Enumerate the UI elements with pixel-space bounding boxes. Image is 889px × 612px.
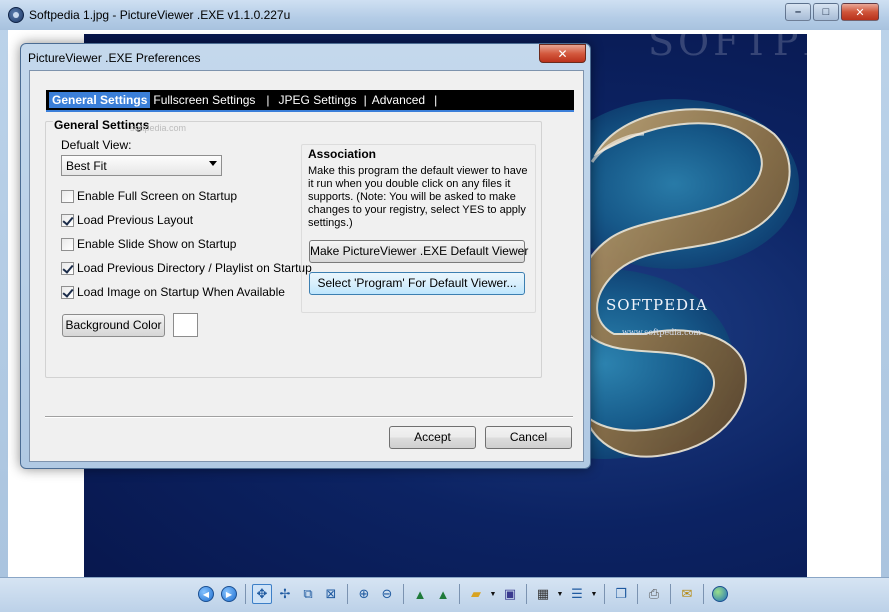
chevron-down-icon (209, 161, 217, 166)
toolbar-separator (604, 584, 605, 604)
toolbar-separator (245, 584, 246, 604)
rotate-left-icon[interactable]: ▲ (410, 584, 430, 604)
tab-separator: | (434, 93, 438, 107)
button-separator (45, 416, 573, 418)
dialog-close-button[interactable]: ✕ (539, 44, 586, 63)
load-previous-layout-checkbox[interactable] (61, 213, 74, 227)
checkbox-row-previous-directory[interactable]: Load Previous Directory / Playlist on St… (61, 260, 312, 276)
checkbox-label: Load Previous Directory / Playlist on St… (77, 261, 312, 275)
open-dropdown-arrow-icon[interactable]: ▼ (489, 584, 497, 604)
accept-button[interactable]: Accept (389, 426, 476, 449)
checkbox-row-slideshow[interactable]: Enable Slide Show on Startup (61, 236, 236, 252)
preferences-dialog: PictureViewer .EXE Preferences ✕ General… (20, 43, 591, 469)
tab-general-settings[interactable]: General Settings (49, 92, 151, 108)
next-icon[interactable]: ▶ (219, 584, 239, 604)
zoom-in-icon[interactable]: ⊕ (354, 584, 374, 604)
dialog-body: General Settings Fullscreen Settings | J… (29, 70, 584, 462)
checkbox-row-load-image[interactable]: Load Image on Startup When Available (61, 284, 285, 300)
association-group: Association Make this program the defaul… (301, 144, 536, 313)
background-color-button[interactable]: Background Color (62, 314, 165, 337)
checkbox-row-fullscreen[interactable]: Enable Full Screen on Startup (61, 188, 237, 204)
image-brand-url: www.softpedia.com (622, 328, 701, 337)
previous-icon[interactable]: ◀ (196, 584, 216, 604)
playlist-dropdown-arrow-icon[interactable]: ▼ (590, 584, 598, 604)
toolbar-separator (637, 584, 638, 604)
close-button[interactable]: ✕ (841, 3, 879, 21)
maximize-button[interactable]: □ (813, 3, 839, 21)
print-icon[interactable]: ⎙ (644, 584, 664, 604)
default-view-label: Defualt View: (61, 138, 132, 152)
load-previous-directory-checkbox[interactable] (61, 261, 74, 275)
association-description: Make this program the default viewer to … (308, 165, 528, 229)
checkbox-row-previous-layout[interactable]: Load Previous Layout (61, 212, 193, 228)
tab-strip: General Settings Fullscreen Settings | J… (46, 90, 574, 110)
fit-icon[interactable]: ✥ (252, 584, 272, 604)
rotate-right-icon[interactable]: ▲ (433, 584, 453, 604)
toolbar-separator (703, 584, 704, 604)
toolbar-separator (347, 584, 348, 604)
stretch-icon[interactable]: ⧉ (298, 584, 318, 604)
actual-size-icon[interactable]: ✢ (275, 584, 295, 604)
association-heading: Association (308, 147, 377, 161)
clear-icon[interactable]: ⊠ (321, 584, 341, 604)
toolbar-separator (670, 584, 671, 604)
copy-icon[interactable]: ❐ (611, 584, 631, 604)
tab-fullscreen-settings[interactable]: Fullscreen Settings (150, 92, 258, 108)
toolbar-separator (526, 584, 527, 604)
select-program-button[interactable]: Select 'Program' For Default Viewer... (309, 272, 525, 295)
load-image-on-startup-checkbox[interactable] (61, 285, 74, 299)
general-settings-panel: General Settings softpedia.com Defualt V… (45, 118, 542, 378)
playlist-icon[interactable]: ☰ (567, 584, 587, 604)
heading-ghost-text: softpedia.com (130, 123, 187, 133)
title-bar: Softpedia 1.jpg - PictureViewer .EXE v1.… (0, 0, 889, 30)
tab-separator: | (363, 93, 367, 107)
default-view-dropdown[interactable]: Best Fit (61, 155, 222, 176)
background-color-swatch[interactable] (173, 313, 198, 337)
fullscreen-on-startup-checkbox[interactable] (61, 189, 74, 203)
tab-separator: | (266, 93, 270, 107)
tab-underline (46, 110, 574, 112)
checkbox-label: Enable Slide Show on Startup (77, 237, 237, 251)
slideshow-icon[interactable]: ▦ (533, 584, 553, 604)
app-icon[interactable] (8, 7, 24, 23)
toolbar-separator (403, 584, 404, 604)
checkbox-label: Load Image on Startup When Available (77, 285, 285, 299)
checkbox-label: Enable Full Screen on Startup (77, 189, 238, 203)
make-default-viewer-button[interactable]: Make PictureViewer .EXE Default Viewer (309, 240, 528, 263)
image-watermark: SOFTPEDIA (648, 34, 807, 64)
window-title: Softpedia 1.jpg - PictureViewer .EXE v1.… (29, 8, 291, 22)
minimize-button[interactable]: – (785, 3, 811, 21)
cancel-button[interactable]: Cancel (485, 426, 572, 449)
email-icon[interactable]: ✉ (677, 584, 697, 604)
tab-advanced[interactable]: Advanced (369, 92, 428, 108)
checkbox-label: Load Previous Layout (77, 213, 194, 227)
default-view-value: Best Fit (66, 159, 107, 173)
save-icon[interactable]: ▣ (500, 584, 520, 604)
window-controls: – □ ✕ (785, 3, 879, 21)
image-brand-text: SOFTPEDIA (606, 296, 708, 314)
web-icon[interactable] (710, 584, 730, 604)
tab-jpeg-settings[interactable]: JPEG Settings (276, 92, 360, 108)
slideshow-dropdown-arrow-icon[interactable]: ▼ (556, 584, 564, 604)
open-folder-icon[interactable]: ▰ (466, 584, 486, 604)
bottom-toolbar: ◀ ▶ ✥ ✢ ⧉ ⊠ ⊕ ⊖ ▲ ▲ ▰ ▼ ▣ ▦ ▼ ☰ ▼ ❐ ⎙ ✉ (0, 577, 889, 612)
dialog-title: PictureViewer .EXE Preferences (28, 51, 201, 65)
zoom-out-icon[interactable]: ⊖ (377, 584, 397, 604)
toolbar-separator (459, 584, 460, 604)
slideshow-on-startup-checkbox[interactable] (61, 237, 74, 251)
